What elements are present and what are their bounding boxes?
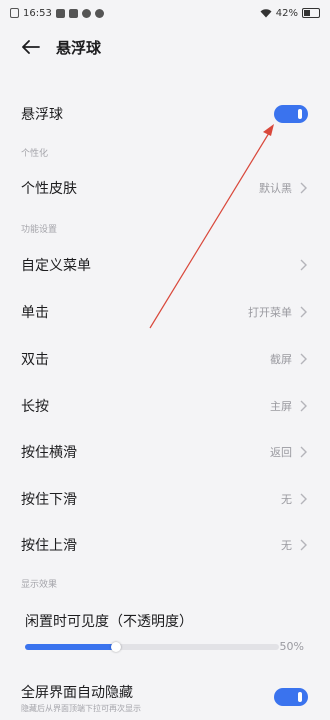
status-left: 16:53 (10, 8, 104, 19)
auto-hide-switch[interactable] (274, 688, 308, 706)
hold-horizontal-right: 返回 (270, 444, 308, 460)
settings-row-hold-up[interactable]: 按住上滑 无 (0, 523, 330, 567)
opacity-slider-block: 闲置时可见度（不透明度） 50% (0, 606, 330, 666)
single-tap-value: 打开菜单 (248, 306, 292, 319)
wifi-icon (260, 8, 272, 17)
settings-row-hold-horizontal[interactable]: 按住横滑 返回 (0, 430, 330, 474)
skin-value: 默认黑 (259, 182, 292, 195)
skin-label: 个性皮肤 (21, 181, 77, 197)
sync-icon (94, 8, 104, 18)
hold-up-right: 无 (281, 537, 308, 553)
long-press-value: 主屏 (270, 400, 292, 413)
battery-icon (302, 8, 320, 18)
settings-row-long-press[interactable]: 长按 主屏 (0, 384, 330, 428)
notification-icon (55, 8, 65, 18)
long-press-right: 主屏 (270, 398, 308, 414)
status-bar: 16:53 42% (0, 0, 330, 26)
section-display: 显示效果 (21, 580, 58, 590)
settings-row-hold-down[interactable]: 按住下滑 无 (0, 477, 330, 521)
auto-hide-title: 全屏界面自动隐藏 (21, 685, 133, 701)
opacity-value: 50% (279, 640, 304, 653)
opacity-slider-fill (25, 644, 117, 650)
settings-row-double-tap[interactable]: 双击 截屏 (0, 337, 330, 381)
opacity-slider-thumb[interactable] (111, 642, 122, 652)
double-tap-right: 截屏 (270, 351, 308, 367)
chevron-right-icon (300, 446, 307, 458)
switch-knob (298, 692, 302, 702)
chevron-right-icon (300, 259, 307, 271)
floating-ball-toggle-row[interactable]: 悬浮球 (0, 92, 330, 136)
opacity-slider[interactable] (25, 642, 279, 652)
chevron-right-icon (300, 493, 307, 505)
double-tap-label: 双击 (21, 352, 49, 368)
switch-knob (298, 109, 302, 119)
chevron-right-icon (300, 182, 307, 194)
auto-hide-subtitle: 隐藏后从界面顶端下拉可再次显示 (21, 704, 141, 713)
double-tap-value: 截屏 (270, 353, 292, 366)
page-title: 悬浮球 (56, 38, 102, 57)
hold-down-label: 按住下滑 (21, 492, 77, 508)
chevron-right-icon (300, 539, 307, 551)
hold-horizontal-value: 返回 (270, 446, 292, 459)
back-arrow-icon[interactable] (16, 32, 46, 62)
floating-ball-switch[interactable] (274, 105, 308, 123)
custom-menu-label: 自定义菜单 (21, 258, 91, 274)
floating-ball-label: 悬浮球 (21, 107, 63, 123)
custom-menu-right (292, 258, 308, 272)
single-tap-label: 单击 (21, 305, 49, 321)
app-notification-icon (68, 8, 78, 18)
chevron-right-icon (300, 400, 307, 412)
hold-horizontal-label: 按住横滑 (21, 445, 77, 461)
settings-row-single-tap[interactable]: 单击 打开菜单 (0, 290, 330, 334)
chevron-right-icon (300, 353, 307, 365)
header: 悬浮球 (0, 30, 330, 64)
settings-row-custom-menu[interactable]: 自定义菜单 (0, 243, 330, 287)
chevron-right-icon (300, 306, 307, 318)
long-press-label: 长按 (21, 399, 49, 415)
hold-up-value: 无 (281, 539, 292, 552)
hold-up-label: 按住上滑 (21, 538, 77, 554)
skin-right: 默认黑 (259, 180, 308, 196)
compass-icon (81, 8, 91, 18)
hold-down-value: 无 (281, 493, 292, 506)
section-function: 功能设置 (21, 225, 58, 235)
section-personalize: 个性化 (21, 149, 49, 159)
single-tap-right: 打开菜单 (248, 304, 308, 320)
battery-percent: 42% (275, 7, 298, 19)
opacity-label: 闲置时可见度（不透明度） (25, 614, 193, 630)
status-time: 16:53 (23, 7, 52, 19)
auto-hide-row[interactable]: 全屏界面自动隐藏 隐藏后从界面顶端下拉可再次显示 (0, 678, 330, 720)
hold-down-right: 无 (281, 491, 308, 507)
settings-row-skin[interactable]: 个性皮肤 默认黑 (0, 166, 330, 210)
sim-icon (10, 8, 19, 18)
status-right: 42% (260, 8, 320, 19)
